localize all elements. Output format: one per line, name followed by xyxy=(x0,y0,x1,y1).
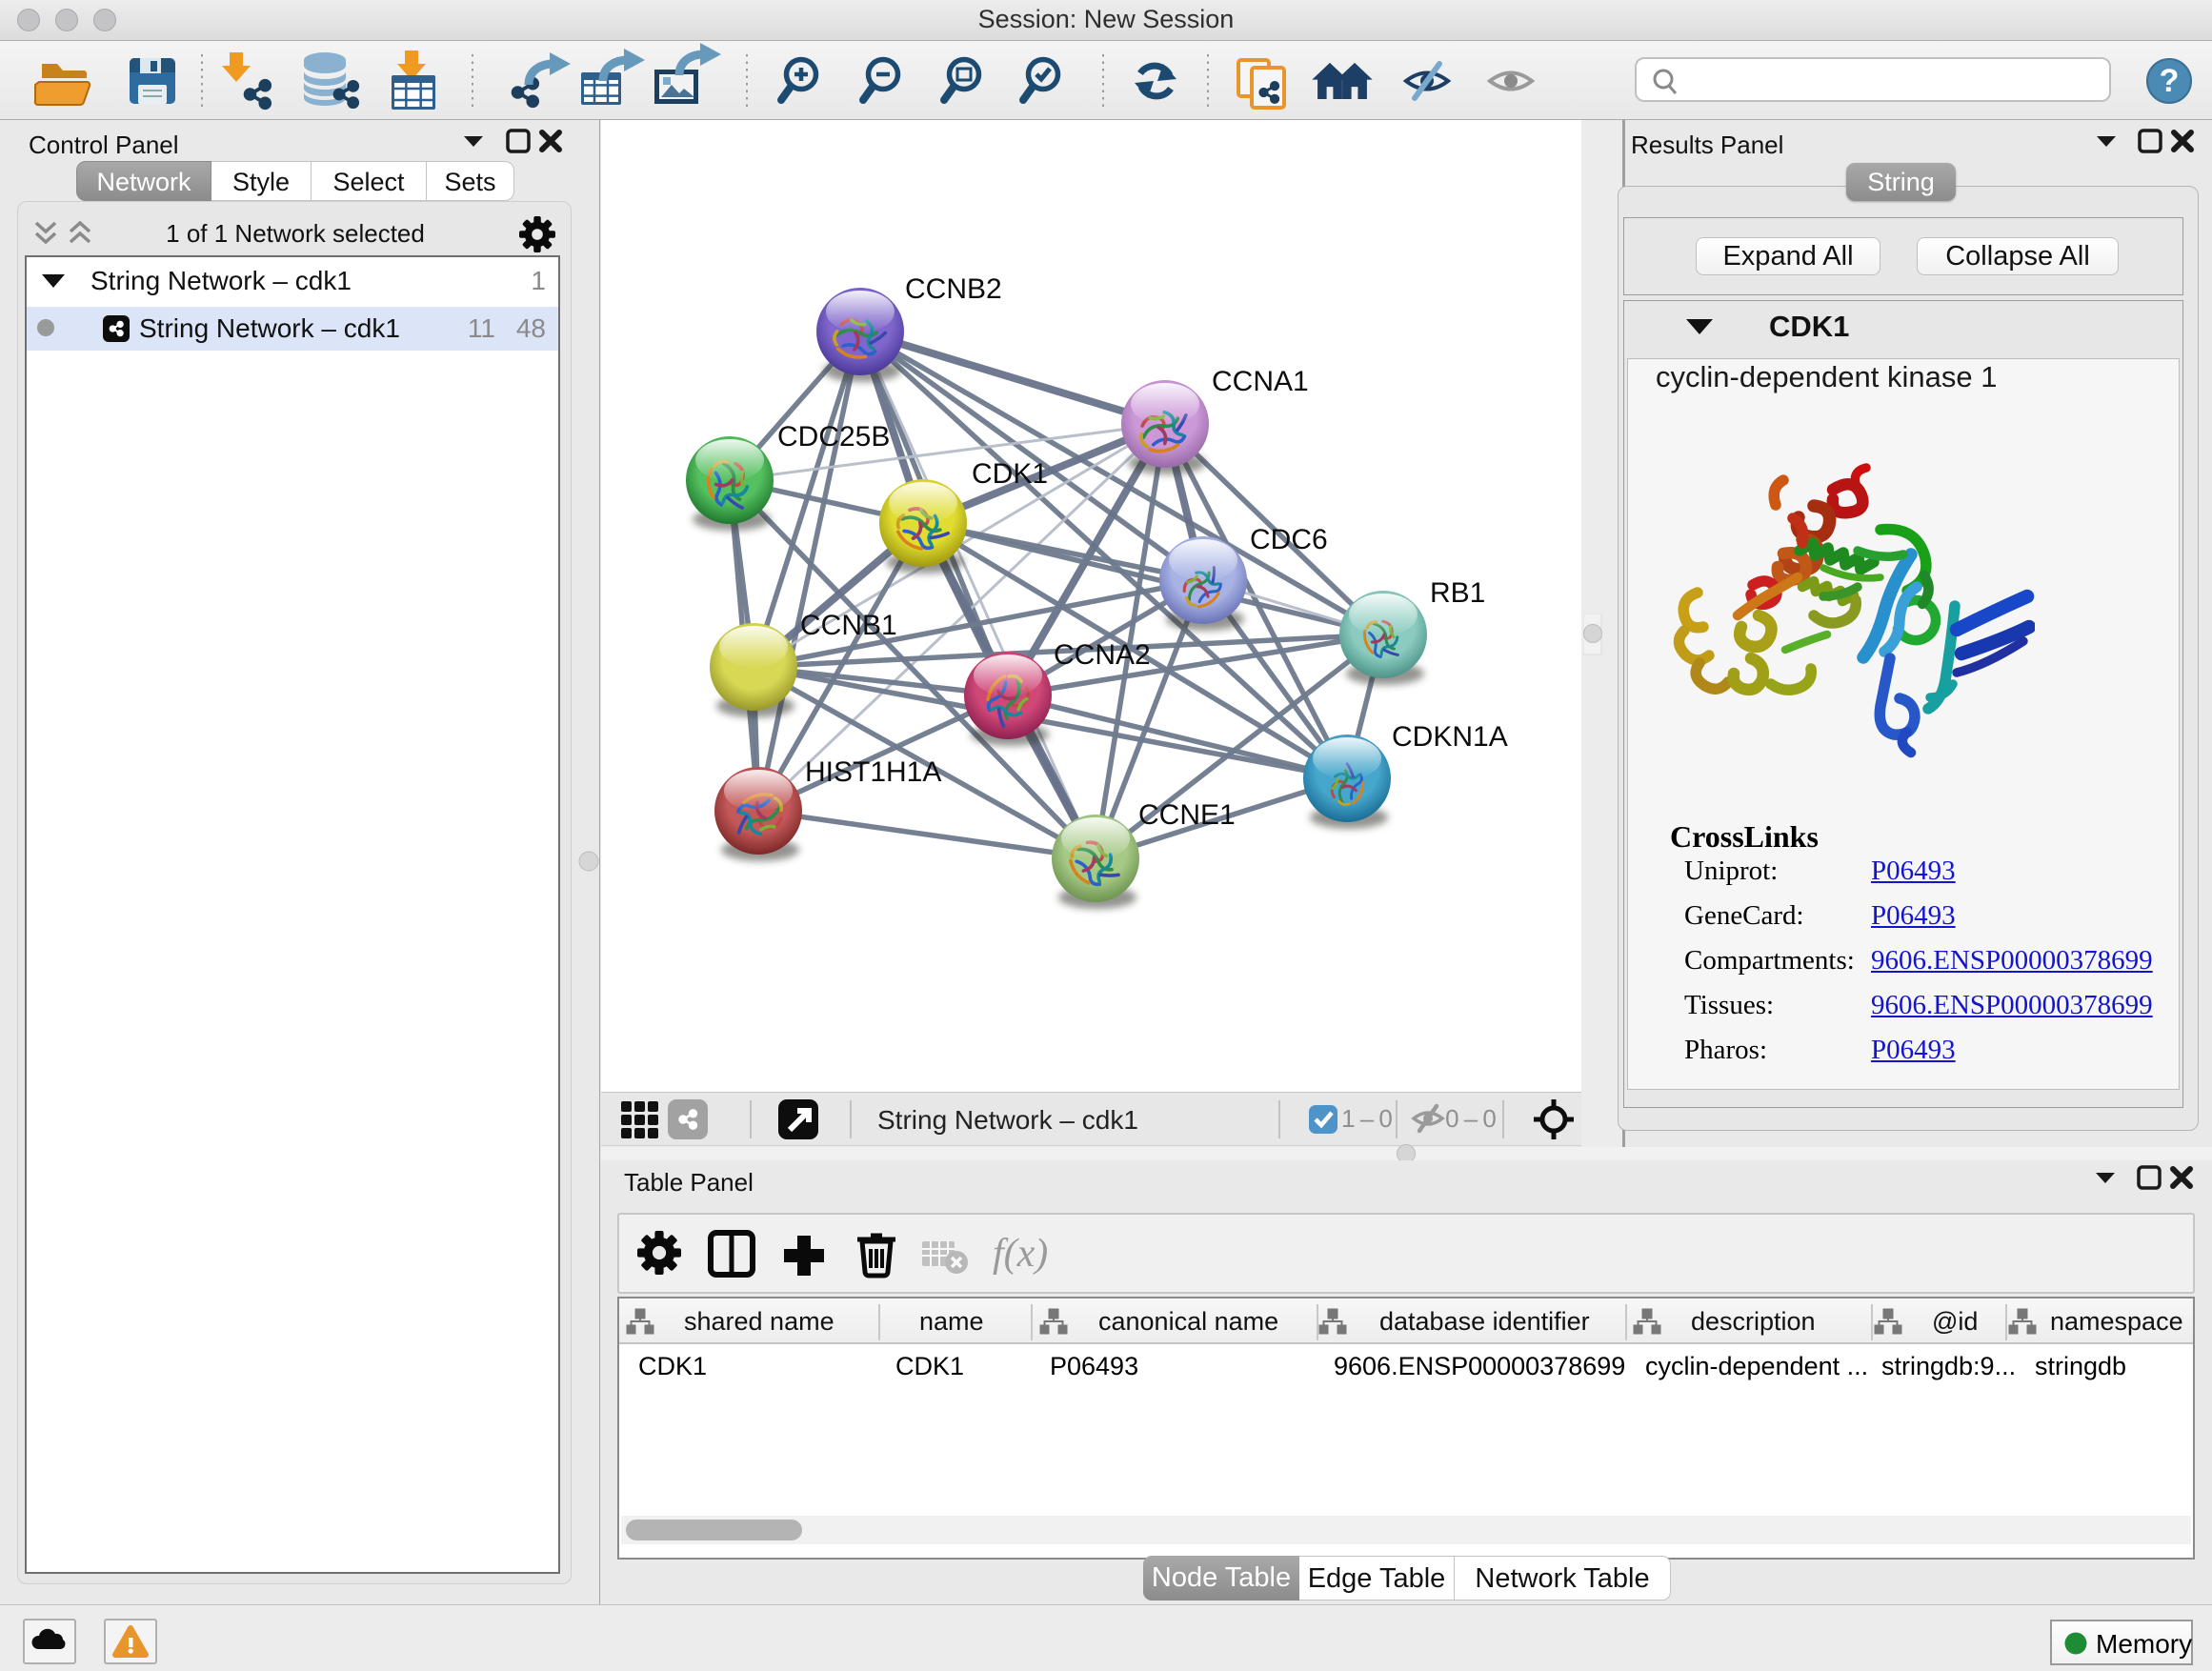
svg-text:0 – 0: 0 – 0 xyxy=(1445,1104,1497,1133)
svg-text:CCNB2: CCNB2 xyxy=(905,273,1002,305)
svg-text:CDK1: CDK1 xyxy=(972,458,1048,490)
svg-text:CDC6: CDC6 xyxy=(1250,524,1328,555)
svg-text:shared name: shared name xyxy=(684,1307,835,1336)
svg-text:HIST1H1A: HIST1H1A xyxy=(805,756,941,788)
svg-text:database identifier: database identifier xyxy=(1379,1307,1590,1336)
svg-text:?: ? xyxy=(2160,63,2180,99)
svg-text:CCNA1: CCNA1 xyxy=(1212,366,1309,397)
svg-text:1 – 0: 1 – 0 xyxy=(1341,1104,1393,1133)
svg-text:namespace: namespace xyxy=(2050,1307,2183,1336)
svg-text:canonical name: canonical name xyxy=(1098,1307,1278,1336)
svg-text:f(x): f(x) xyxy=(993,1232,1048,1276)
svg-text:CCNA2: CCNA2 xyxy=(1054,639,1151,671)
svg-text:name: name xyxy=(919,1307,984,1336)
svg-text:CDKN1A: CDKN1A xyxy=(1392,721,1508,753)
svg-text:CCNE1: CCNE1 xyxy=(1138,799,1236,831)
svg-text:description: description xyxy=(1691,1307,1816,1336)
svg-text:@id: @id xyxy=(1932,1307,1978,1336)
svg-text:CCNB1: CCNB1 xyxy=(800,610,897,641)
svg-text:RB1: RB1 xyxy=(1430,577,1485,609)
svg-text:CDC25B: CDC25B xyxy=(777,421,890,453)
